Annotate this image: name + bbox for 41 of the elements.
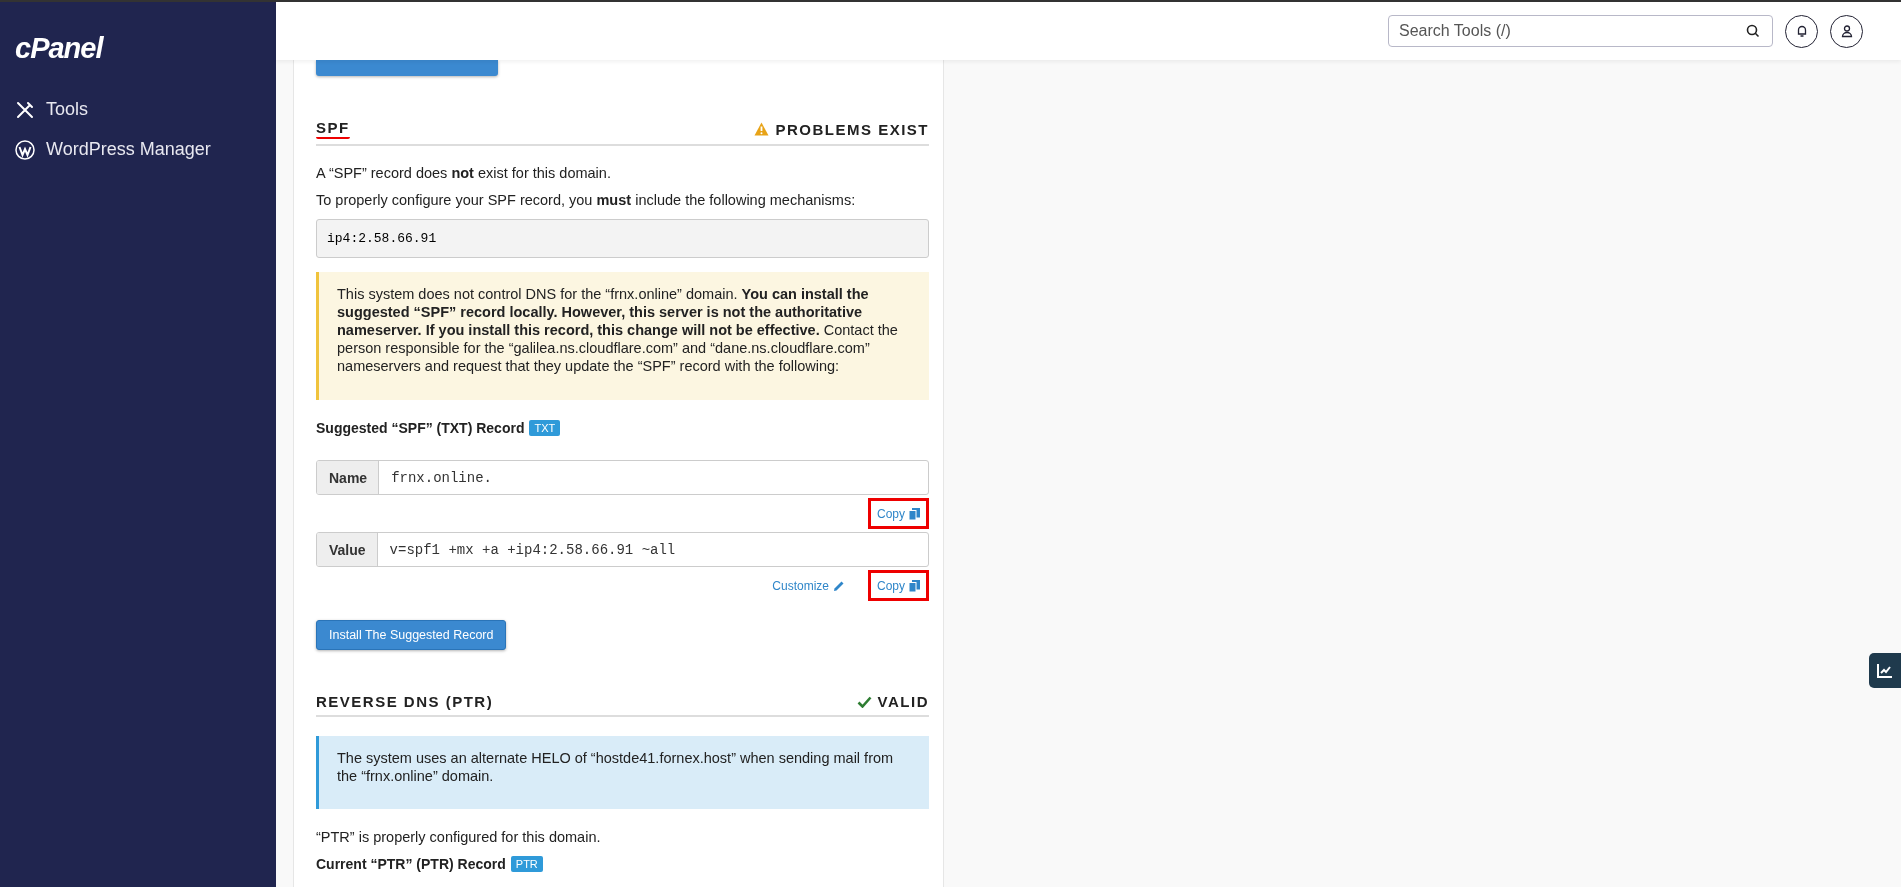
- pencil-icon: [833, 579, 845, 592]
- check-icon: [856, 695, 872, 708]
- record-title: Suggested “SPF” (TXT) Record: [316, 420, 525, 436]
- install-button[interactable]: Install The Suggested Record: [316, 620, 507, 650]
- record-field[interactable]: Name frnx.online.: [316, 460, 929, 495]
- copy-link[interactable]: Copy: [868, 570, 929, 601]
- field-label: Name: [317, 461, 380, 494]
- info-message: The system uses an alternate HELO of “hostde41.fornex.host” when sending mail from the “frnx.online” domain.: [316, 736, 929, 809]
- record-title: Current “PTR” (PTR) Record: [316, 856, 506, 872]
- logo[interactable]: cPanel: [15, 32, 103, 65]
- nav-link[interactable]: WordPress Manager: [15, 139, 211, 160]
- copy-link[interactable]: Copy: [868, 498, 929, 529]
- user-button[interactable]: [1830, 14, 1863, 48]
- field-value: v=spf1 +mx +a +ip4:2.58.66.91 ~all: [388, 540, 676, 560]
- warning-message: This system does not control DNS for the “frnx.online” domain. You can install the suggested “SPF” record locally. However, this server is not the authoritative nameserver. If you install this record, this change will not be effective. Contact the person responsible for the “galilea.ns.cloudflare.com” and “dane.ns.cloudflare.com” nameservers and request that they update the “SPF” record with the following:: [316, 272, 929, 400]
- body-text: To properly configure your SPF record, you must include the following mechanisms:: [316, 192, 857, 208]
- warning-icon: [754, 122, 770, 136]
- stats-button[interactable]: [1869, 653, 1901, 688]
- record-field[interactable]: Value v=spf1 +mx +a +ip4:2.58.66.91 ~all: [316, 532, 929, 567]
- nav-link[interactable]: Tools: [15, 99, 89, 120]
- copy-icon: [909, 507, 920, 520]
- status-label: VALID: [856, 693, 929, 710]
- body-text: A “SPF” record does not exist for this domain.: [316, 165, 612, 181]
- field-value: frnx.online.: [390, 468, 492, 488]
- customize-link[interactable]: Customize: [763, 570, 854, 601]
- copy-icon: [909, 579, 920, 592]
- chart-icon: [1877, 663, 1893, 678]
- body-text: “PTR” is properly configured for this domain.: [316, 829, 602, 845]
- status-label: PROBLEMS EXIST: [754, 120, 929, 138]
- section-title: REVERSE DNS (PTR): [316, 693, 494, 710]
- record-type-tag: TXT: [529, 420, 561, 436]
- tools-icon: [15, 99, 35, 120]
- code-block: ip4:2.58.66.91: [316, 219, 929, 258]
- record-type-tag: PTR: [510, 856, 543, 872]
- wordpress-icon: [15, 139, 35, 160]
- section-title: SPF: [316, 119, 350, 139]
- field-label: Value: [317, 533, 378, 566]
- notifications-button[interactable]: [1785, 14, 1818, 48]
- search-icon: [1746, 24, 1760, 38]
- user-icon: [1839, 24, 1854, 38]
- search-field[interactable]: Search Tools (/): [1388, 15, 1773, 47]
